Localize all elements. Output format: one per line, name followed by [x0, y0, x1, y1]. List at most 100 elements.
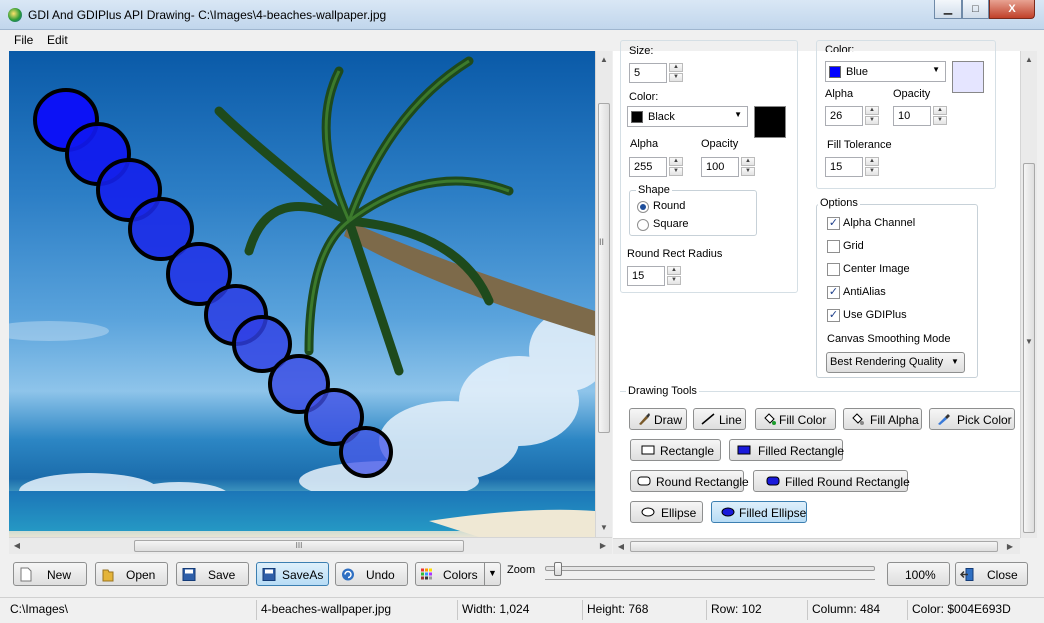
round-rectangle-button[interactable]: Round Rectangle: [630, 470, 749, 492]
spin-up-icon[interactable]: ▲: [669, 157, 683, 166]
filled-round-rectangle-button[interactable]: Filled Round Rectangle: [753, 470, 910, 492]
shape-round-radio[interactable]: [637, 201, 649, 213]
spin-up-icon[interactable]: ▲: [865, 106, 879, 115]
scroll-left-arrow[interactable]: ◀: [614, 540, 628, 554]
smoothing-mode-select[interactable]: Best Rendering Quality ▼: [826, 352, 965, 373]
canvas-vscroll-thumb[interactable]: [598, 103, 610, 433]
pen-opacity-value: 100: [706, 161, 725, 173]
spin-up-icon[interactable]: ▲: [865, 157, 879, 166]
status-divider: [807, 600, 808, 620]
drawing-canvas[interactable]: [9, 51, 595, 537]
antialias-checkbox[interactable]: ✓: [827, 286, 840, 299]
scroll-right-arrow[interactable]: ▶: [596, 539, 610, 553]
spin-down-icon[interactable]: ▼: [741, 167, 755, 176]
minimize-button[interactable]: ▁: [934, 0, 962, 19]
filled-round-rectangle-icon: [766, 476, 780, 486]
scroll-down-arrow[interactable]: ▼: [597, 521, 611, 535]
fill-color-button[interactable]: Fill Color: [755, 408, 836, 430]
paint-bucket-alpha-icon: [852, 413, 864, 425]
fill-alpha-value: 26: [830, 110, 843, 122]
spin-down-icon[interactable]: ▼: [669, 167, 683, 176]
maximize-button[interactable]: □: [962, 0, 989, 19]
spin-up-icon[interactable]: ▲: [667, 266, 681, 275]
filled-rectangle-label: Filled Rectangle: [758, 444, 845, 458]
menu-file[interactable]: File: [14, 33, 33, 47]
close-window-button[interactable]: X: [989, 0, 1035, 19]
fill-color-preview[interactable]: [952, 61, 984, 93]
zoom-slider-thumb[interactable]: [554, 562, 562, 576]
center-image-checkbox[interactable]: [827, 263, 840, 276]
panel-hscroll-thumb[interactable]: [630, 541, 998, 552]
pick-color-button[interactable]: Pick Color: [929, 408, 1015, 430]
fill-alpha-button[interactable]: Fill Alpha: [843, 408, 922, 430]
scroll-up-arrow[interactable]: ▲: [597, 53, 611, 67]
spin-down-icon[interactable]: ▼: [933, 116, 947, 125]
draw-button[interactable]: Draw: [629, 408, 687, 430]
use-gdiplus-checkbox[interactable]: ✓: [827, 309, 840, 322]
shape-round-label: Round: [653, 200, 686, 212]
fill-opacity-input[interactable]: 10 ▲ ▼: [893, 106, 947, 126]
zoom-level-value: 100%: [905, 568, 936, 582]
line-button[interactable]: Line: [693, 408, 746, 430]
close-label: Close: [987, 568, 1018, 582]
alpha-channel-checkbox[interactable]: ✓: [827, 217, 840, 230]
fill-color-label: Color:: [825, 44, 855, 52]
spin-up-icon[interactable]: ▲: [933, 106, 947, 115]
pen-color-preview[interactable]: [754, 106, 786, 138]
spin-down-icon[interactable]: ▼: [865, 167, 879, 176]
zoom-label: Zoom: [507, 564, 536, 576]
open-button[interactable]: Open: [95, 562, 168, 586]
pen-alpha-input[interactable]: 255 ▲ ▼: [629, 157, 683, 177]
panel-horizontal-scrollbar[interactable]: ◀ ▶: [613, 538, 1020, 554]
ellipse-button[interactable]: Ellipse: [630, 501, 703, 523]
menu-edit[interactable]: Edit: [47, 33, 68, 47]
filled-ellipse-button[interactable]: Filled Ellipse: [711, 501, 807, 523]
pen-color-select[interactable]: Black ▼: [627, 106, 748, 127]
zoom-slider-track[interactable]: [545, 566, 875, 571]
spin-down-icon[interactable]: ▼: [865, 116, 879, 125]
pen-opacity-input[interactable]: 100 ▲ ▼: [701, 157, 755, 177]
spin-down-icon[interactable]: ▼: [667, 276, 681, 285]
new-button[interactable]: New: [13, 562, 87, 586]
color-palette-icon: [421, 568, 432, 580]
chevron-down-icon[interactable]: ▼: [488, 568, 497, 578]
fill-alpha-button-label: Fill Alpha: [870, 413, 919, 427]
spin-up-icon[interactable]: ▲: [741, 157, 755, 166]
rectangle-button[interactable]: Rectangle: [630, 439, 721, 461]
fill-tolerance-input[interactable]: 15 ▲ ▼: [825, 157, 879, 177]
pen-size-input[interactable]: 5 ▲ ▼: [629, 63, 683, 83]
save-label: Save: [208, 568, 236, 582]
app-icon: [8, 8, 22, 22]
spin-up-icon[interactable]: ▲: [669, 63, 683, 72]
shape-square-radio[interactable]: [637, 219, 649, 231]
pen-color-value: Black: [648, 111, 675, 123]
save-button[interactable]: Save: [176, 562, 249, 586]
spin-down-icon[interactable]: ▼: [669, 73, 683, 82]
shape-group: [629, 190, 757, 236]
zoom-level-button[interactable]: 100%: [887, 562, 950, 586]
pen-color-swatch: [631, 111, 643, 123]
chevron-down-icon: ▼: [734, 110, 742, 119]
canvas-vertical-scrollbar[interactable]: ▲ II ▼: [595, 51, 612, 537]
scroll-up-arrow[interactable]: ▲: [1022, 53, 1036, 67]
panel-vertical-scrollbar[interactable]: ▲ ▼: [1020, 51, 1037, 538]
canvas-hscroll-thumb[interactable]: III: [134, 540, 464, 552]
center-image-label: Center Image: [843, 263, 910, 275]
undo-button[interactable]: Undo: [335, 562, 408, 586]
status-row: Row: 102: [711, 602, 762, 616]
saveas-button[interactable]: SaveAs: [256, 562, 329, 586]
new-file-icon: [20, 567, 32, 582]
scroll-right-arrow[interactable]: ▶: [1003, 540, 1017, 554]
round-rect-radius-input[interactable]: 15 ▲ ▼: [627, 266, 681, 286]
scroll-left-arrow[interactable]: ◀: [10, 539, 24, 553]
canvas-horizontal-scrollbar[interactable]: ◀ III ▶: [9, 537, 612, 554]
close-button[interactable]: Close: [955, 562, 1028, 586]
colors-button[interactable]: Colors ▼: [415, 562, 501, 586]
fill-color-select[interactable]: Blue ▼: [825, 61, 946, 82]
fill-color-swatch: [829, 66, 841, 78]
scroll-down-arrow[interactable]: ▼: [1022, 335, 1036, 349]
fill-alpha-input[interactable]: 26 ▲ ▼: [825, 106, 879, 126]
grid-checkbox[interactable]: [827, 240, 840, 253]
filled-rectangle-button[interactable]: Filled Rectangle: [729, 439, 845, 461]
window-title: GDI And GDIPlus API Drawing- C:\Images\4…: [28, 8, 387, 22]
